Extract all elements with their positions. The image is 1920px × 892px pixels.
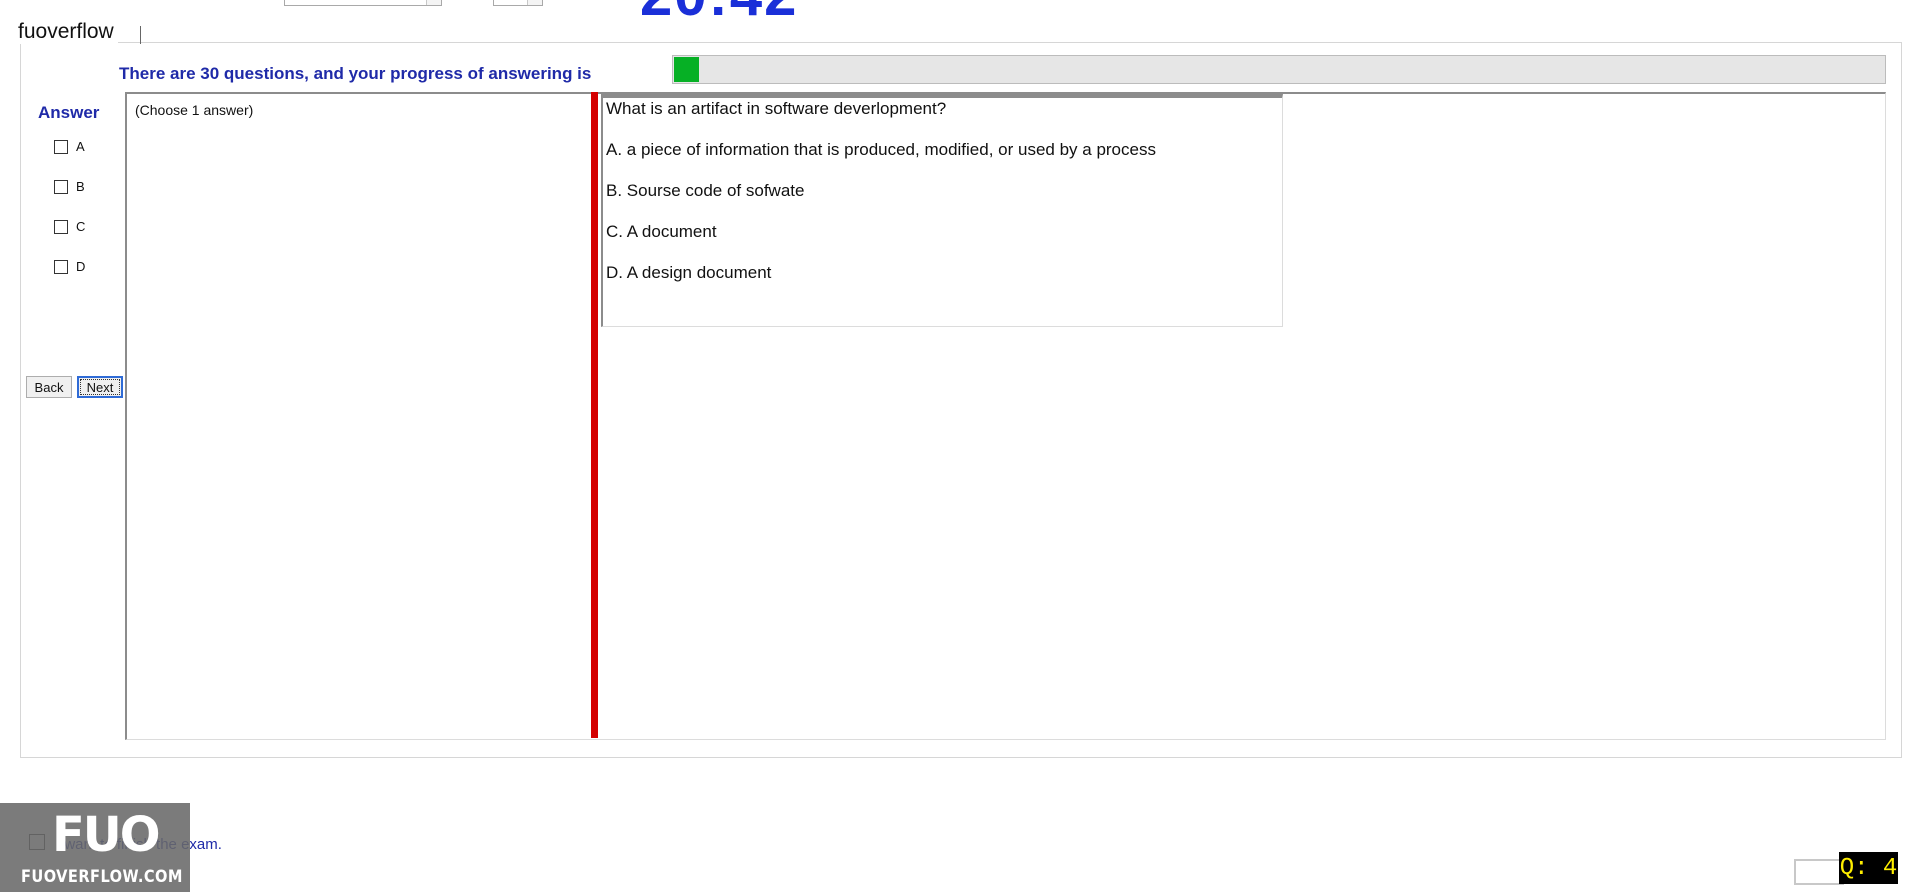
question-option-d: D. A design document xyxy=(606,263,772,282)
question-option-a: A. a piece of information that is produc… xyxy=(606,140,1156,159)
chevron-down-icon[interactable] xyxy=(527,0,542,5)
answer-option-label: D xyxy=(76,259,86,274)
answer-option-a[interactable]: A xyxy=(54,139,85,154)
answer-option-b[interactable]: B xyxy=(54,179,85,194)
answer-option-label: A xyxy=(76,139,85,154)
logo-mark: FUO xyxy=(52,807,161,863)
answer-checkbox[interactable] xyxy=(54,179,68,194)
next-button[interactable]: Next xyxy=(77,376,123,398)
answer-option-c[interactable]: C xyxy=(54,219,85,234)
watermark-logo: FUO FUOVERFLOW.COM xyxy=(0,803,190,892)
text-caret xyxy=(140,26,141,44)
question-option-b: B. Sourse code of sofwate xyxy=(606,181,805,200)
question-counter: Q: 4 xyxy=(1839,852,1898,884)
progress-bar xyxy=(672,55,1886,84)
question-text: What is an artifact in software deverlop… xyxy=(606,99,947,118)
choose-hint: (Choose 1 answer) xyxy=(135,102,254,118)
answer-checkbox[interactable] xyxy=(54,219,68,234)
progress-label: There are 30 questions, and your progres… xyxy=(119,64,592,83)
question-box xyxy=(601,94,1283,327)
answer-option-label: C xyxy=(76,219,86,234)
groupbox-title: fuoverflow xyxy=(16,20,118,44)
answer-option-d[interactable]: D xyxy=(54,259,85,274)
pane-splitter[interactable] xyxy=(591,92,598,738)
answer-option-label: B xyxy=(76,179,85,194)
answer-title: Answer xyxy=(38,103,100,122)
back-button[interactable]: Back xyxy=(26,376,72,398)
question-option-c: C. A document xyxy=(606,222,717,241)
exam-timer: 20:42 xyxy=(640,0,798,29)
answer-checkbox[interactable] xyxy=(54,139,68,154)
answer-checkbox[interactable] xyxy=(54,259,68,274)
chevron-down-icon[interactable] xyxy=(426,0,441,5)
top-dropdown-left[interactable] xyxy=(284,0,442,6)
progress-bar-fill xyxy=(674,57,699,82)
top-dropdown-right[interactable] xyxy=(493,0,543,6)
logo-text: FUOVERFLOW.COM xyxy=(21,867,183,887)
bottom-input-field[interactable] xyxy=(1794,859,1844,885)
